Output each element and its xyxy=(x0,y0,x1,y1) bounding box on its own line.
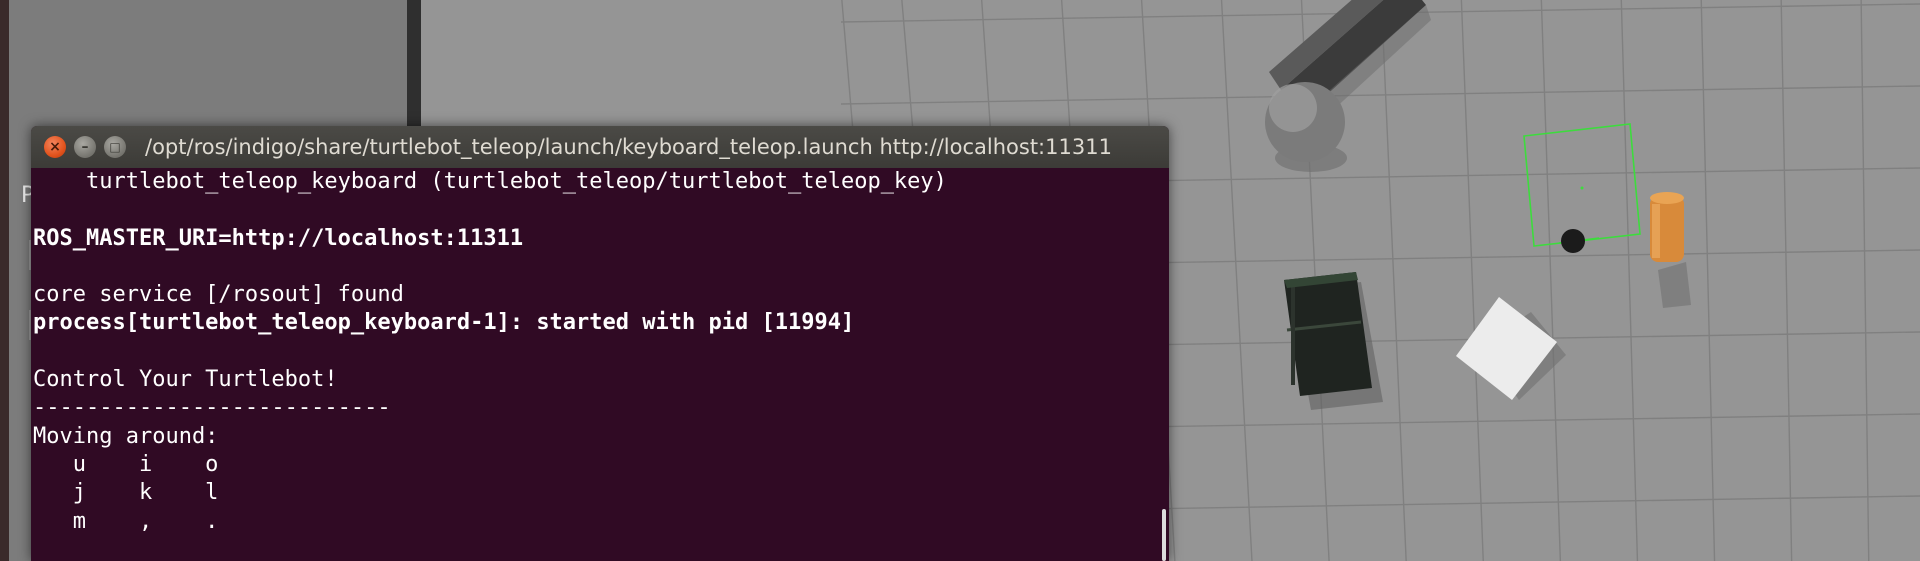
terminal-line: process[turtlebot_teleop_keyboard-1]: st… xyxy=(33,310,855,336)
left-edge xyxy=(0,0,9,561)
gray-sphere xyxy=(1265,82,1347,172)
terminal-window[interactable]: × – □ /opt/ros/indigo/share/turtlebot_te… xyxy=(31,126,1169,561)
terminal-line: m , . xyxy=(33,508,219,534)
maximize-icon: □ xyxy=(109,140,121,154)
terminal-line: turtlebot_teleop_keyboard (turtlebot_tel… xyxy=(33,169,947,194)
terminal-line: ROS_MASTER_URI=http://localhost:11311 xyxy=(33,225,524,251)
minimize-button[interactable]: – xyxy=(74,136,96,158)
terminal-line: Moving around: xyxy=(33,423,219,449)
scrollbar[interactable] xyxy=(1162,509,1166,561)
terminal-line: --------------------------- xyxy=(33,395,391,421)
terminal-line: u i o xyxy=(33,451,219,477)
close-icon: × xyxy=(49,139,61,155)
turtlebot-marker xyxy=(1561,229,1585,253)
terminal-output[interactable]: turtlebot_teleop_keyboard (turtlebot_tel… xyxy=(31,168,1169,561)
window-title: /opt/ros/indigo/share/turtlebot_teleop/l… xyxy=(145,135,1112,159)
terminal-titlebar[interactable]: × – □ /opt/ros/indigo/share/turtlebot_te… xyxy=(31,126,1169,168)
minimize-icon: – xyxy=(81,139,89,155)
maximize-button[interactable]: □ xyxy=(104,136,126,158)
terminal-line: core service [/rosout] found xyxy=(33,282,404,308)
terminal-line: j k l xyxy=(33,480,219,506)
terminal-line: Control Your Turtlebot! xyxy=(33,367,338,393)
close-button[interactable]: × xyxy=(44,136,66,158)
